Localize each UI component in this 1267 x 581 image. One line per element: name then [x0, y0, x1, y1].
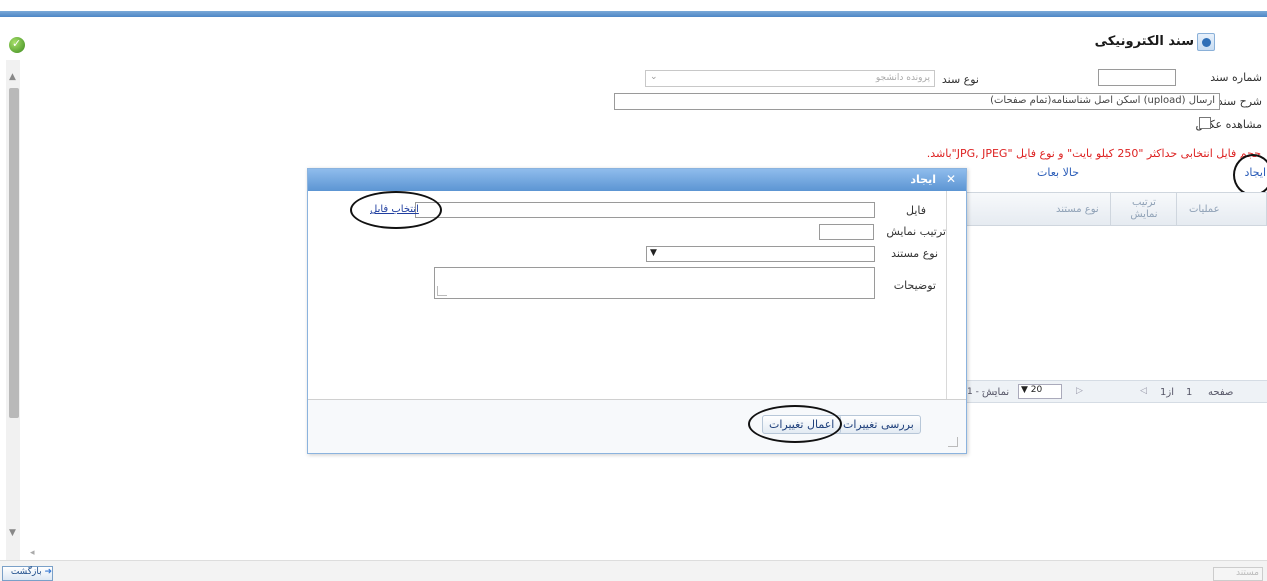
- pager-dots: - - - - 1: [967, 387, 998, 397]
- dialog-resize-grip-icon[interactable]: [948, 437, 958, 447]
- grid-col-order[interactable]: ترتیب نمایش: [1124, 197, 1164, 221]
- annotation-circle-apply: [748, 405, 842, 443]
- pager-page-label: صفحه: [1208, 387, 1234, 398]
- file-input[interactable]: [415, 202, 875, 218]
- page-title: سند الکترونیکی: [1094, 34, 1194, 49]
- annotation-circle-choose-file: [350, 191, 442, 229]
- top-accent-bar: [0, 11, 1267, 17]
- doc-type-select-dialog[interactable]: ▼: [646, 246, 875, 262]
- back-button[interactable]: ➜ بازگشت: [2, 566, 53, 581]
- close-icon[interactable]: ✕: [946, 172, 956, 186]
- dialog-title: ایجاد: [910, 173, 936, 186]
- doc-desc-label: شرح سند: [1217, 95, 1262, 108]
- scroll-left-arrow-icon[interactable]: ◂: [30, 548, 35, 558]
- grid-col-doc-type[interactable]: نوع مستند: [1056, 204, 1099, 215]
- order-label: ترتیب نمایش: [886, 225, 946, 238]
- grid-col-actions[interactable]: عملیات: [1189, 204, 1220, 215]
- document-icon: [1197, 33, 1215, 51]
- review-changes-button[interactable]: بررسی تغییرات: [836, 415, 921, 434]
- dialog-side-panel: [946, 191, 966, 427]
- file-size-warning: حجم فایل انتخابی حداکثر "250 کیلو بایت" …: [926, 147, 1261, 160]
- right-footer-button[interactable]: مستند: [1213, 567, 1263, 581]
- doc-type-label-dialog: نوع مستند: [891, 247, 938, 260]
- pager-prev-icon[interactable]: ◁: [1140, 386, 1147, 396]
- doc-type-select[interactable]: ⌄ پرونده دانشجو: [645, 70, 935, 87]
- order-input[interactable]: [819, 224, 874, 240]
- file-label: فایل: [905, 204, 926, 217]
- back-arrow-icon: ➜: [44, 567, 52, 577]
- chevron-down-icon: ▼: [1021, 385, 1028, 395]
- chevron-down-icon: ⌄: [650, 72, 658, 82]
- view-photo-checkbox[interactable]: [1199, 117, 1211, 129]
- create-dialog: ✕ ایجاد فایل انتخاب فایل ترتیب نمایش نوع…: [307, 168, 967, 454]
- secondary-link[interactable]: حالا بعات: [1037, 166, 1079, 179]
- scrollbar-thumb[interactable]: [9, 88, 19, 418]
- scroll-down-arrow-icon[interactable]: ▼: [9, 528, 16, 538]
- pager-page-value[interactable]: 1: [1186, 387, 1192, 398]
- pager-per-page-select[interactable]: ▼ 20: [1018, 384, 1062, 399]
- bottom-toolbar: [0, 560, 1267, 581]
- doc-desc-input[interactable]: ارسال (upload) اسکن اصل شناسنامه(تمام صف…: [614, 93, 1220, 110]
- pager-of-label: از1: [1160, 387, 1174, 398]
- scroll-up-arrow-icon[interactable]: ▲: [9, 72, 16, 82]
- doc-type-label: نوع سند: [941, 73, 979, 86]
- resize-grip-icon[interactable]: [437, 286, 447, 296]
- notes-textarea[interactable]: [434, 267, 875, 299]
- doc-number-label: شماره سند: [1210, 71, 1262, 84]
- grid-divider: [1176, 192, 1177, 226]
- grid-divider: [1110, 192, 1111, 226]
- annotation-circle-add: [1233, 154, 1267, 196]
- chevron-down-icon: ▼: [650, 248, 657, 258]
- top-blank: [0, 0, 1267, 11]
- ok-check-icon: [9, 37, 25, 53]
- pager-next-icon[interactable]: ▷: [1076, 386, 1083, 396]
- notes-label: توضیحات: [893, 279, 936, 292]
- grid-header: [960, 192, 1267, 226]
- doc-number-input[interactable]: [1098, 69, 1176, 86]
- dialog-titlebar[interactable]: ✕ ایجاد: [308, 169, 966, 191]
